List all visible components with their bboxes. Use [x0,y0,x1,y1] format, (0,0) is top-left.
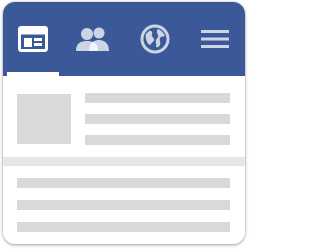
app-window [3,2,245,244]
post-text-line [85,135,230,145]
tab-menu[interactable] [185,2,245,76]
tab-news-feed[interactable] [3,2,63,76]
feed-content [3,76,245,244]
globe-icon [140,24,170,54]
text-block-line [17,200,230,210]
post-image-placeholder [17,94,71,144]
menu-icon [201,30,229,48]
top-navigation-bar [3,2,245,76]
post-text-line [85,93,230,103]
post-text-line [85,114,230,124]
friends-icon [76,27,109,51]
feed-divider [3,157,245,166]
text-block-line [17,222,230,232]
tab-friends[interactable] [63,2,123,76]
text-block-line [17,178,230,188]
tab-globe[interactable] [125,2,185,76]
news-feed-icon [18,26,48,52]
